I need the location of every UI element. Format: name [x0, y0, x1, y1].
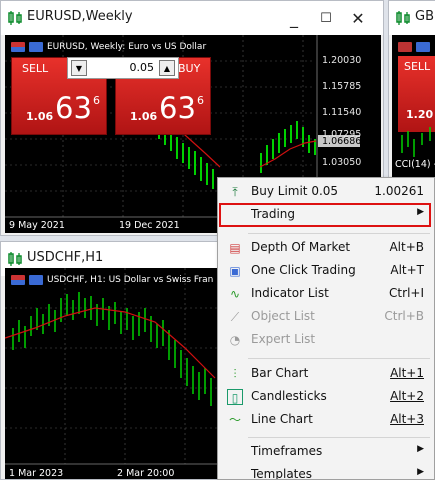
menu-separator [248, 233, 430, 234]
menu-item-label: Line Chart [251, 412, 313, 426]
sell-price-pip: 6 [93, 94, 100, 107]
candlesticks-icon: ▯ [227, 389, 243, 405]
menu-item-label: Candlesticks [251, 389, 327, 403]
window-title: EURUSD,Weekly [27, 9, 133, 24]
chart-context-menu[interactable]: ⤒ Buy Limit 0.05 1.00261 Trading ▶ ▤ Dep… [217, 177, 435, 480]
indicator-list-icon: ∿ [229, 287, 241, 301]
chart-info: USDCHF, H1: US Dollar vs Swiss Fran [11, 275, 213, 285]
menu-item-label: Trading [251, 207, 296, 221]
menu-item-price: 1.00261 [374, 184, 424, 198]
maximize-button[interactable]: ☐ [313, 5, 339, 31]
menu-item-label: Bar Chart [251, 366, 309, 380]
price-label: 1.11540 [322, 107, 362, 118]
buy-limit-icon: ⤒ [232, 185, 238, 199]
menu-item-line-chart[interactable]: 〜 Line Chart Alt+3 [220, 409, 430, 431]
current-price-label: 1.06686 [322, 136, 362, 147]
menu-item-depth-of-market[interactable]: ▤ Depth Of Market Alt+B [220, 237, 430, 259]
volume-down-icon[interactable]: ▼ [71, 60, 87, 76]
candle-chart-icon [8, 11, 22, 25]
menu-item-label: Indicator List [251, 286, 329, 300]
cci-indicator-label: CCI(14) - [395, 159, 435, 170]
chart-window-usdchf[interactable]: USDCHF,H1 USDCHF, H1: US Dollar vs Swiss… [0, 241, 236, 480]
sell-label: SELL [22, 62, 49, 75]
date-label: 2 Mar 20:00 [117, 468, 175, 479]
chart-tools-icon [11, 42, 25, 52]
window-titlebar[interactable]: EURUSD,Weekly _ ☐ ✕ [1, 1, 383, 35]
menu-item-expert-list[interactable]: ◔ Expert List [220, 329, 430, 351]
price-label: 1.20030 [322, 55, 362, 66]
chart-tools-icon [11, 275, 25, 285]
menu-item-label: Templates [251, 467, 313, 480]
menu-item-shortcut: Alt+B [389, 240, 424, 254]
date-label: 1 Mar 2023 [9, 468, 64, 479]
chart-properties-icon [29, 275, 43, 285]
buy-price-pip: 6 [197, 94, 204, 107]
sell-price-big: 63 [55, 91, 92, 125]
expert-list-icon: ◔ [229, 333, 241, 347]
menu-item-label: Depth Of Market [251, 240, 351, 254]
menu-item-timeframes[interactable]: Timeframes ▶ [220, 441, 430, 463]
menu-item-indicator-list[interactable]: ∿ Indicator List Ctrl+I [220, 283, 430, 305]
chart-properties-icon [29, 42, 43, 52]
menu-item-shortcut: Ctrl+B [384, 309, 424, 323]
menu-item-label: Timeframes [251, 444, 323, 458]
date-label: 19 Dec 2021 [119, 220, 180, 231]
volume-input[interactable]: ▼ 0.05 ▲ [67, 57, 179, 79]
submenu-arrow-icon: ▶ [417, 444, 424, 454]
menu-separator [248, 358, 430, 359]
buy-label: BUY [178, 62, 201, 75]
submenu-arrow-icon: ▶ [417, 207, 424, 217]
bar-chart-icon: ⫶ [233, 367, 237, 381]
candle-chart-icon [396, 11, 410, 25]
menu-item-label: Expert List [251, 332, 316, 346]
menu-separator [248, 437, 430, 438]
depth-of-market-icon: ▤ [229, 241, 241, 255]
volume-value: 0.05 [129, 61, 155, 74]
candle-chart-icon [8, 252, 22, 266]
menu-item-object-list[interactable]: ⟋ Object List Ctrl+B [220, 306, 430, 328]
menu-item-buy-limit[interactable]: ⤒ Buy Limit 0.05 1.00261 [220, 181, 430, 203]
menu-item-candlesticks[interactable]: ▯ Candlesticks Alt+2 [220, 386, 430, 408]
minimize-button[interactable]: _ [281, 5, 307, 31]
menu-item-label: Buy Limit 0.05 [251, 184, 339, 198]
menu-item-shortcut: Ctrl+I [389, 286, 424, 300]
menu-item-templates[interactable]: Templates ▶ [220, 464, 430, 480]
menu-item-shortcut: Alt+1 [390, 366, 424, 380]
window-titlebar[interactable]: GBP [389, 1, 435, 35]
line-chart-icon: 〜 [228, 413, 241, 427]
menu-item-one-click-trading[interactable]: ▣ One Click Trading Alt+T [220, 260, 430, 282]
menu-item-shortcut: Alt+T [390, 263, 424, 277]
chart-info: EURUSD, Weekly: Euro vs US Dollar [11, 42, 206, 52]
chart-symbol-info: USDCHF, H1: US Dollar vs Swiss Fran [47, 275, 214, 285]
chart-symbol-info: EURUSD, Weekly: Euro vs US Dollar [47, 42, 207, 52]
date-label: 9 May 2021 [9, 220, 65, 231]
menu-item-label: Object List [251, 309, 315, 323]
volume-up-icon[interactable]: ▲ [159, 60, 175, 76]
window-title: GBP [415, 9, 435, 24]
price-label: 1.03050 [322, 157, 362, 168]
menu-item-shortcut: Alt+2 [390, 389, 424, 403]
price-label: 1.15785 [322, 81, 362, 92]
sell-price-prefix: 1.06 [26, 110, 54, 123]
object-list-icon: ⟋ [230, 310, 240, 324]
one-click-trading-panel[interactable]: SELL 1.06 63 6 BUY 1.06 63 6 ▼ 0.05 ▲ [11, 57, 213, 135]
close-button[interactable]: ✕ [345, 5, 371, 31]
chart-area[interactable]: USDCHF, H1: US Dollar vs Swiss Fran 1 Ma… [5, 268, 235, 479]
one-click-trading-icon: ▣ [229, 264, 241, 278]
menu-item-label: One Click Trading [251, 263, 356, 277]
menu-item-bar-chart[interactable]: ⫶ Bar Chart Alt+1 [220, 363, 430, 385]
submenu-arrow-icon: ▶ [417, 467, 424, 477]
buy-price-big: 63 [159, 91, 196, 125]
menu-item-trading[interactable]: Trading ▶ [219, 203, 431, 227]
buy-price-prefix: 1.06 [130, 110, 158, 123]
window-title: USDCHF,H1 [27, 250, 104, 265]
menu-item-shortcut: Alt+3 [390, 412, 424, 426]
